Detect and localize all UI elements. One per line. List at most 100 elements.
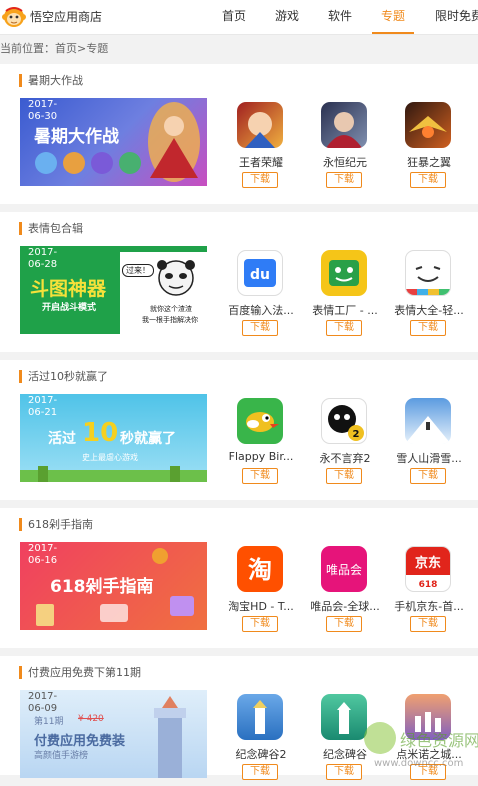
banner-date-day: 06-21 bbox=[28, 407, 58, 418]
download-button[interactable]: 下载 bbox=[410, 616, 446, 632]
banner-date-day: 06-16 bbox=[28, 555, 58, 566]
download-button[interactable]: 下载 bbox=[326, 764, 362, 780]
meme-caption-2: 我一根手指解决你 bbox=[142, 316, 198, 324]
banner-subline: 史上最虐心游戏 bbox=[82, 453, 138, 462]
download-button[interactable]: 下载 bbox=[242, 320, 278, 336]
monument-valley-2-icon[interactable] bbox=[237, 694, 283, 740]
download-button[interactable]: 下载 bbox=[326, 468, 362, 484]
hero-art-icon bbox=[148, 102, 200, 182]
app-name: 唯品会-全球... bbox=[310, 600, 380, 613]
nav-home[interactable]: 首页 bbox=[222, 7, 246, 24]
download-button[interactable]: 下载 bbox=[326, 616, 362, 632]
download-button[interactable]: 下载 bbox=[326, 320, 362, 336]
app-name: 王者荣耀 bbox=[239, 156, 283, 169]
app-card: du 百度输入法... 下载 bbox=[220, 250, 302, 342]
svg-text:淘: 淘 bbox=[248, 556, 272, 584]
nav-games[interactable]: 游戏 bbox=[275, 7, 299, 24]
topic-banner-618[interactable]: 2017- 06-16 618剁手指南 bbox=[20, 542, 207, 630]
skiing-yeti-icon[interactable] bbox=[405, 398, 451, 444]
section-title: 618剁手指南 bbox=[19, 518, 93, 531]
section-title: 付费应用免费下第11期 bbox=[19, 666, 141, 679]
emoji-collection-icon[interactable] bbox=[405, 250, 451, 296]
app-name: 狂暴之翼 bbox=[407, 156, 451, 169]
download-button[interactable]: 下载 bbox=[410, 320, 446, 336]
original-price: ¥ 420 bbox=[78, 714, 104, 724]
topic-banner-summer[interactable]: 2017- 06-30 暑期大作战 bbox=[20, 98, 207, 186]
app-name: 雪人山滑雪... bbox=[396, 452, 462, 465]
topic-banner-free-apps[interactable]: 2017- 06-09 第11期 ¥ 420 付费应用免费装 高颜值手游榜 bbox=[20, 690, 207, 778]
hero-avatars-icon bbox=[35, 152, 141, 174]
honor-of-kings-icon[interactable] bbox=[237, 102, 283, 148]
speech-bubble: 过来！ bbox=[122, 264, 154, 277]
app-card: 淘 淘宝HD - T... 下载 bbox=[220, 546, 302, 638]
svg-text:618: 618 bbox=[419, 580, 438, 590]
banner-headline: 斗图神器 bbox=[30, 278, 107, 300]
monument-tower-icon bbox=[154, 696, 186, 778]
meme-caption-1: 就你这个渣渣 bbox=[150, 305, 192, 313]
breadcrumb-home-link[interactable]: 首页 bbox=[55, 42, 77, 55]
app-name: 表情大全-轻... bbox=[394, 304, 464, 317]
banner-date-day: 06-09 bbox=[28, 703, 58, 714]
download-button[interactable]: 下载 bbox=[410, 468, 446, 484]
site-watermark: 绿色资源网 www.downcc.com bbox=[364, 722, 478, 769]
topic-banner-10sec[interactable]: 2017- 06-21 活过 10 秒就赢了 史上最虐心游戏 bbox=[20, 394, 207, 482]
app-card: 京东 618 手机京东-首... 下载 bbox=[388, 546, 470, 638]
download-button[interactable]: 下载 bbox=[242, 616, 278, 632]
app-name: 淘宝HD - T... bbox=[228, 600, 294, 613]
banner-subline: 开启战斗模式 bbox=[42, 303, 97, 313]
app-card: 狂暴之翼 下载 bbox=[388, 102, 470, 194]
app-card: 纪念碑谷2 下载 bbox=[220, 694, 302, 786]
app-name: 纪念碑谷2 bbox=[235, 748, 287, 761]
download-button[interactable]: 下载 bbox=[242, 468, 278, 484]
download-button[interactable]: 下载 bbox=[410, 172, 446, 188]
nav-topics[interactable]: 专题 bbox=[381, 7, 405, 24]
app-card: 雪人山滑雪... 下载 bbox=[388, 398, 470, 490]
svg-text:唯品会: 唯品会 bbox=[326, 563, 362, 577]
vip-icon[interactable]: 唯品会 bbox=[321, 546, 367, 592]
app-store-brand: 悟空应用商店 bbox=[30, 10, 103, 24]
banner-date-year: 2017- bbox=[28, 691, 58, 702]
topic-banner-emoji[interactable]: 2017- 06-28 斗图神器 开启战斗模式 过来！ 就你这个渣渣 我一根手指… bbox=[20, 246, 207, 334]
jd-icon[interactable]: 京东 618 bbox=[405, 546, 451, 592]
emoji-factory-icon[interactable] bbox=[321, 250, 367, 296]
app-name: 永不言弃2 bbox=[319, 452, 371, 465]
baidu-input-icon[interactable]: du bbox=[237, 250, 283, 296]
top-header: 悟空应用商店 首页 游戏 软件 专题 限时免费 bbox=[0, 0, 478, 35]
app-name: 表情工厂 - ... bbox=[312, 304, 378, 317]
app-name: Flappy Bir... bbox=[228, 450, 294, 463]
app-card: Flappy Bir... 下载 bbox=[220, 398, 302, 490]
app-name: 永恒纪元 bbox=[323, 156, 367, 169]
banner-subline: 高颜值手游榜 bbox=[34, 751, 89, 761]
never-give-up-icon[interactable]: 2 bbox=[321, 398, 367, 444]
nav-software[interactable]: 软件 bbox=[328, 7, 352, 24]
monkey-logo-icon[interactable] bbox=[2, 4, 26, 28]
app-card: 表情大全-轻... 下载 bbox=[388, 250, 470, 342]
banner-date-year: 2017- bbox=[28, 247, 58, 258]
eternal-era-icon[interactable] bbox=[321, 102, 367, 148]
banner-date-day: 06-28 bbox=[28, 259, 58, 270]
download-button[interactable]: 下载 bbox=[326, 172, 362, 188]
flappy-bird-icon[interactable] bbox=[237, 398, 283, 444]
download-button[interactable]: 下载 bbox=[242, 764, 278, 780]
section-title: 表情包合辑 bbox=[19, 222, 83, 235]
svg-text:2: 2 bbox=[353, 429, 360, 440]
breadcrumb-separator: > bbox=[77, 42, 87, 55]
banner-date-year: 2017- bbox=[28, 543, 58, 554]
banner-headline: 暑期大作战 bbox=[34, 127, 119, 147]
nav-free[interactable]: 限时免费 bbox=[435, 7, 478, 24]
download-button[interactable]: 下载 bbox=[242, 172, 278, 188]
taobao-icon[interactable]: 淘 bbox=[237, 546, 283, 592]
svg-text:京东: 京东 bbox=[415, 555, 441, 571]
watermark-text: 绿色资源网 bbox=[400, 731, 478, 750]
app-card: 唯品会 唯品会-全球... 下载 bbox=[304, 546, 386, 638]
banner-headline-b: 秒就赢了 bbox=[120, 431, 176, 447]
svg-text:du: du bbox=[250, 267, 270, 283]
banner-headline: 618剁手指南 bbox=[50, 577, 154, 597]
wings-of-fury-icon[interactable] bbox=[405, 102, 451, 148]
topic-section-10sec: 活过10秒就赢了 2017- 06-21 活过 10 秒就赢了 史上最虐心游戏 … bbox=[0, 360, 478, 500]
banner-date-day: 06-30 bbox=[28, 111, 58, 122]
meme-panel: 过来！ 就你这个渣渣 我一根手指解决你 bbox=[120, 252, 207, 334]
app-name: 手机京东-首... bbox=[394, 600, 464, 613]
app-card: 2 永不言弃2 下载 bbox=[304, 398, 386, 490]
banner-date-year: 2017- bbox=[28, 99, 58, 110]
